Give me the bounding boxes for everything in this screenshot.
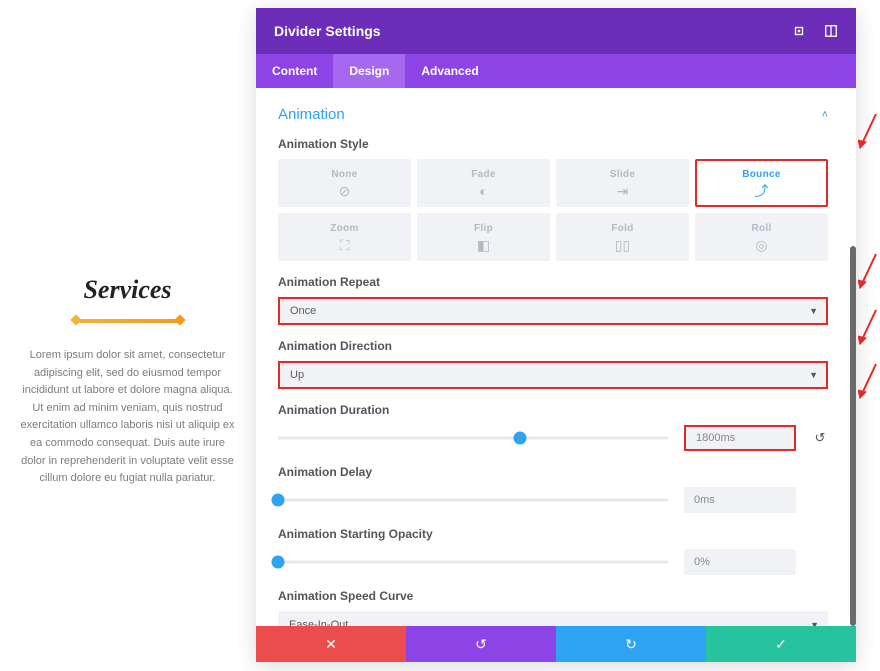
divider-element	[73, 319, 183, 323]
duration-row: 1800ms ↺	[278, 425, 828, 451]
panel-body: Animation ˄ Animation Style None⊘ Fade◐ …	[256, 88, 856, 626]
fade-icon: ◐	[479, 184, 487, 198]
opacity-input[interactable]: 0%	[684, 549, 796, 575]
duration-slider[interactable]	[278, 428, 668, 448]
style-tile-zoom[interactable]: Zoom⛶	[278, 213, 411, 261]
undo-button[interactable]: ↺	[406, 626, 556, 662]
services-heading: Services	[18, 275, 237, 305]
settings-modal: Divider Settings Content Design Advanced…	[256, 8, 856, 662]
annotation-arrow	[858, 112, 878, 157]
curve-select[interactable]: Ease-In-Out▼	[278, 611, 828, 626]
style-tile-flip[interactable]: Flip◧	[417, 213, 550, 261]
delay-row: 0ms ↺	[278, 487, 828, 513]
label-opacity: Animation Starting Opacity	[278, 527, 828, 541]
delay-input[interactable]: 0ms	[684, 487, 796, 513]
style-tile-roll[interactable]: Roll◎	[695, 213, 828, 261]
zoom-icon: ⛶	[340, 238, 350, 252]
style-tile-fold[interactable]: Fold▯▯	[556, 213, 689, 261]
label-direction: Animation Direction	[278, 339, 828, 353]
annotation-arrow	[858, 362, 878, 407]
style-tile-bounce[interactable]: Bounce⤴	[695, 159, 828, 207]
opacity-slider[interactable]	[278, 552, 668, 572]
style-grid: None⊘ Fade◐ Slide⇥ Bounce⤴ Zoom⛶ Flip◧ F…	[278, 159, 828, 261]
columns-icon[interactable]	[824, 24, 838, 38]
tab-content[interactable]: Content	[256, 54, 333, 88]
modal-title: Divider Settings	[274, 23, 381, 39]
scrollbar[interactable]	[850, 246, 856, 626]
delay-slider[interactable]	[278, 490, 668, 510]
none-icon: ⊘	[339, 184, 351, 198]
opacity-row: 0% ↺	[278, 549, 828, 575]
services-body: Lorem ipsum dolor sit amet, consectetur …	[18, 347, 237, 488]
bounce-icon: ⤴	[755, 184, 769, 198]
tabs: Content Design Advanced	[256, 54, 856, 88]
annotation-arrow	[858, 308, 878, 353]
roll-icon: ◎	[755, 238, 767, 252]
repeat-select[interactable]: Once▼	[278, 297, 828, 325]
modal-footer: ✕ ↺ ↻ ✓	[256, 626, 856, 662]
reset-icon[interactable]: ↺	[812, 430, 828, 446]
tab-design[interactable]: Design	[333, 54, 405, 88]
flip-icon: ◧	[477, 238, 490, 252]
label-delay: Animation Delay	[278, 465, 828, 479]
label-style: Animation Style	[278, 137, 828, 151]
expand-icon[interactable]	[792, 24, 806, 38]
chevron-up-icon: ˄	[822, 109, 828, 121]
scroll-area: Animation ˄ Animation Style None⊘ Fade◐ …	[256, 88, 850, 626]
fold-icon: ▯▯	[615, 238, 630, 252]
annotation-arrow	[858, 252, 878, 297]
caret-down-icon: ▼	[810, 620, 819, 626]
header-icons	[792, 24, 838, 38]
style-tile-fade[interactable]: Fade◐	[417, 159, 550, 207]
cancel-button[interactable]: ✕	[256, 626, 406, 662]
page-preview: Services Lorem ipsum dolor sit amet, con…	[0, 0, 255, 671]
label-repeat: Animation Repeat	[278, 275, 828, 289]
style-tile-slide[interactable]: Slide⇥	[556, 159, 689, 207]
slide-icon: ⇥	[617, 184, 629, 198]
label-duration: Animation Duration	[278, 403, 828, 417]
tab-advanced[interactable]: Advanced	[405, 54, 494, 88]
save-button[interactable]: ✓	[706, 626, 856, 662]
label-curve: Animation Speed Curve	[278, 589, 828, 603]
section-title-text: Animation	[278, 106, 345, 123]
redo-button[interactable]: ↻	[556, 626, 706, 662]
caret-down-icon: ▼	[809, 306, 818, 316]
caret-down-icon: ▼	[809, 370, 818, 380]
section-animation[interactable]: Animation ˄	[278, 106, 828, 123]
direction-select[interactable]: Up▼	[278, 361, 828, 389]
duration-input[interactable]: 1800ms	[684, 425, 796, 451]
style-tile-none[interactable]: None⊘	[278, 159, 411, 207]
modal-header: Divider Settings	[256, 8, 856, 54]
